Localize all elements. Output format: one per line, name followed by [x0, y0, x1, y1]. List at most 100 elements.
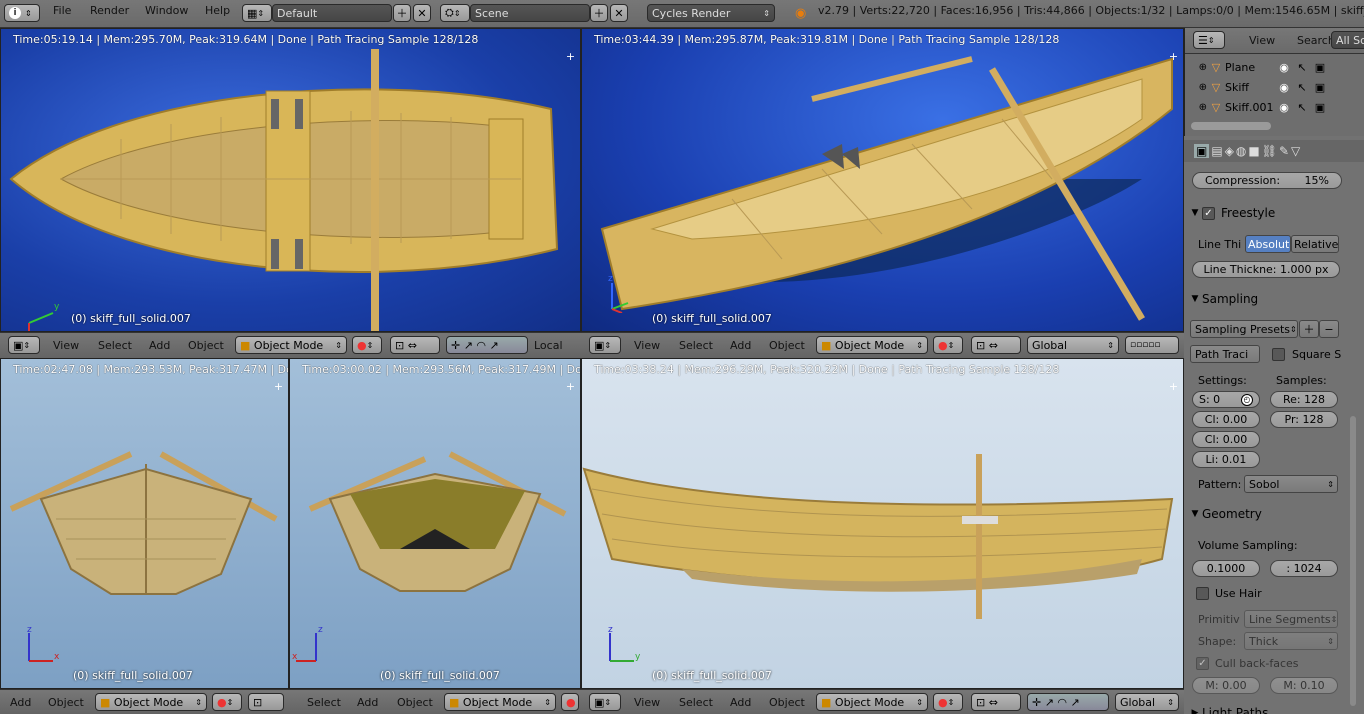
- menu-help[interactable]: Help: [205, 4, 230, 17]
- compression-slider[interactable]: Compression: 15%: [1192, 172, 1342, 189]
- freestyle-panel-header[interactable]: ▼ ✓ Freestyle: [1188, 202, 1358, 224]
- outliner-item-label[interactable]: Skiff: [1225, 81, 1275, 94]
- modifier-tab-icon[interactable]: ✎: [1279, 144, 1289, 158]
- viewport-side[interactable]: Time:03:38.24 | Mem:296.29M, Peak:320.22…: [581, 358, 1184, 689]
- volume-step-field[interactable]: 0.1000: [1192, 560, 1260, 577]
- shading-dropdown[interactable]: ● ⇕: [933, 336, 963, 354]
- outliner-row-skiff001[interactable]: ⊕ ▽ Skiff.001 ◉ ↖ ▣: [1185, 98, 1355, 116]
- add-scene-button[interactable]: ＋: [590, 4, 608, 22]
- layout-name-field[interactable]: Default: [272, 4, 392, 22]
- outliner-item-label[interactable]: Skiff.001: [1225, 101, 1275, 114]
- render-icon[interactable]: ▣: [1311, 81, 1329, 94]
- clamp-direct-field[interactable]: Cl: 0.00: [1192, 411, 1260, 428]
- outliner-item-label[interactable]: Plane: [1225, 61, 1275, 74]
- layer-buttons[interactable]: ▫▫▫▫▫: [1125, 336, 1179, 354]
- use-hair-checkbox[interactable]: [1196, 587, 1209, 600]
- object-tab-icon[interactable]: ■: [1248, 144, 1259, 158]
- shading-dropdown[interactable]: ●: [561, 693, 579, 711]
- viewport-split-icon[interactable]: +: [565, 381, 576, 392]
- properties-scrollbar[interactable]: [1350, 416, 1356, 706]
- menu-add[interactable]: Add: [10, 696, 31, 709]
- render-engine-dropdown[interactable]: Cycles Render ⇕: [647, 4, 775, 22]
- menu-object[interactable]: Object: [188, 339, 224, 352]
- pivot-dropdown[interactable]: ⊡: [248, 693, 284, 711]
- transform-orientation[interactable]: Local: [534, 339, 563, 352]
- editor-type-button[interactable]: ☰ ⇕: [1193, 31, 1225, 49]
- add-layout-button[interactable]: ＋: [393, 4, 411, 22]
- mode-dropdown[interactable]: ■ Object Mode ⇕: [95, 693, 207, 711]
- menu-object[interactable]: Object: [769, 339, 805, 352]
- menu-object[interactable]: Object: [769, 696, 805, 709]
- editor-type-button[interactable]: ▣ ⇕: [589, 336, 621, 354]
- menu-file[interactable]: File: [53, 4, 71, 17]
- menu-object[interactable]: Object: [48, 696, 84, 709]
- editor-type-button[interactable]: ▣ ⇕: [8, 336, 40, 354]
- render-tab-icon[interactable]: ▣: [1194, 144, 1210, 158]
- sampling-presets-dropdown[interactable]: Sampling Presets ⇕: [1190, 320, 1298, 338]
- expand-icon[interactable]: ⊕: [1185, 102, 1207, 113]
- freestyle-checkbox[interactable]: ✓: [1202, 206, 1215, 220]
- pivot-dropdown[interactable]: ⊡ ⇔: [390, 336, 440, 354]
- menu-add[interactable]: Add: [357, 696, 378, 709]
- pattern-dropdown[interactable]: Sobol ⇕: [1244, 475, 1338, 493]
- editor-type-button[interactable]: ▣ ⇕: [589, 693, 621, 711]
- mode-dropdown[interactable]: ■ Object Mode ⇕: [816, 693, 928, 711]
- clamp-indirect-field[interactable]: Cl: 0.00: [1192, 431, 1260, 448]
- viewport-split-icon[interactable]: +: [273, 381, 284, 392]
- expand-icon[interactable]: ⊕: [1185, 62, 1207, 73]
- cursor-icon[interactable]: ↖: [1293, 81, 1311, 94]
- remove-preset-button[interactable]: −: [1319, 320, 1339, 338]
- mode-dropdown[interactable]: ■ Object Mode ⇕: [235, 336, 347, 354]
- primitive-dropdown[interactable]: Line Segments ⇕: [1244, 610, 1338, 628]
- layout-selector[interactable]: ▦ ⇕: [242, 4, 272, 22]
- menu-view[interactable]: View: [1249, 34, 1275, 47]
- absolute-toggle[interactable]: Absolute: [1245, 235, 1291, 253]
- layers-tab-icon[interactable]: ▤: [1211, 144, 1222, 158]
- menu-search[interactable]: Search: [1297, 34, 1335, 47]
- menu-add[interactable]: Add: [149, 339, 170, 352]
- scene-selector[interactable]: ⛭ ⇕: [440, 4, 470, 22]
- cursor-icon[interactable]: ↖: [1293, 61, 1311, 74]
- clock-icon[interactable]: ◴: [1241, 393, 1253, 406]
- shading-dropdown[interactable]: ● ⇕: [933, 693, 963, 711]
- data-tab-icon[interactable]: ▽: [1291, 144, 1300, 158]
- square-samples-checkbox[interactable]: [1272, 348, 1285, 361]
- menu-select[interactable]: Select: [679, 696, 713, 709]
- menu-view[interactable]: View: [634, 696, 660, 709]
- viewport-top[interactable]: Time:05:19.14 | Mem:295.70M, Peak:319.64…: [0, 28, 581, 332]
- menu-object[interactable]: Object: [397, 696, 433, 709]
- line-thickness-field[interactable]: Line Thickne: 1.000 px: [1192, 261, 1340, 278]
- menu-add[interactable]: Add: [730, 696, 751, 709]
- min-pixels-field[interactable]: M: 0.00: [1192, 677, 1260, 694]
- render-icon[interactable]: ▣: [1311, 61, 1329, 74]
- mode-dropdown[interactable]: ■ Object Mode ⇕: [816, 336, 928, 354]
- preview-samples-field[interactable]: Pr: 128: [1270, 411, 1338, 428]
- outliner-row-plane[interactable]: ⊕ ▽ Plane ◉ ↖ ▣: [1185, 58, 1355, 76]
- relative-toggle[interactable]: Relative: [1291, 235, 1339, 253]
- editor-type-info-button[interactable]: i ⇕: [4, 4, 40, 22]
- viewport-split-icon[interactable]: +: [1168, 51, 1179, 62]
- eye-icon[interactable]: ◉: [1275, 81, 1293, 94]
- geometry-panel-header[interactable]: ▼ Geometry: [1188, 503, 1358, 525]
- shape-dropdown[interactable]: Thick ⇕: [1244, 632, 1338, 650]
- shading-dropdown[interactable]: ● ⇕: [212, 693, 242, 711]
- viewport-front[interactable]: Time:02:47.08 | Mem:293.53M, Peak:317.47…: [0, 358, 289, 689]
- cull-backfaces-checkbox[interactable]: ✓: [1196, 657, 1209, 670]
- orientation-dropdown[interactable]: Global ⇕: [1027, 336, 1119, 354]
- viewport-perspective[interactable]: Time:03:44.39 | Mem:295.87M, Peak:319.81…: [581, 28, 1184, 332]
- remove-layout-button[interactable]: ✕: [413, 4, 431, 22]
- menu-select[interactable]: Select: [679, 339, 713, 352]
- menu-select[interactable]: Select: [307, 696, 341, 709]
- viewport-back[interactable]: Time:03:00.02 | Mem:293.56M, Peak:317.49…: [289, 358, 581, 689]
- menu-add[interactable]: Add: [730, 339, 751, 352]
- menu-view[interactable]: View: [53, 339, 79, 352]
- pivot-dropdown[interactable]: ⊡ ⇔: [971, 693, 1021, 711]
- scene-tab-icon[interactable]: ◈: [1225, 144, 1234, 158]
- menu-view[interactable]: View: [634, 339, 660, 352]
- seed-field[interactable]: S: 0 ◴: [1192, 391, 1260, 408]
- eye-icon[interactable]: ◉: [1275, 61, 1293, 74]
- world-tab-icon[interactable]: ◍: [1236, 144, 1246, 158]
- menu-render[interactable]: Render: [90, 4, 129, 17]
- manipulator-toggle[interactable]: ✛ ↗ ◠ ↗: [446, 336, 528, 354]
- remove-scene-button[interactable]: ✕: [610, 4, 628, 22]
